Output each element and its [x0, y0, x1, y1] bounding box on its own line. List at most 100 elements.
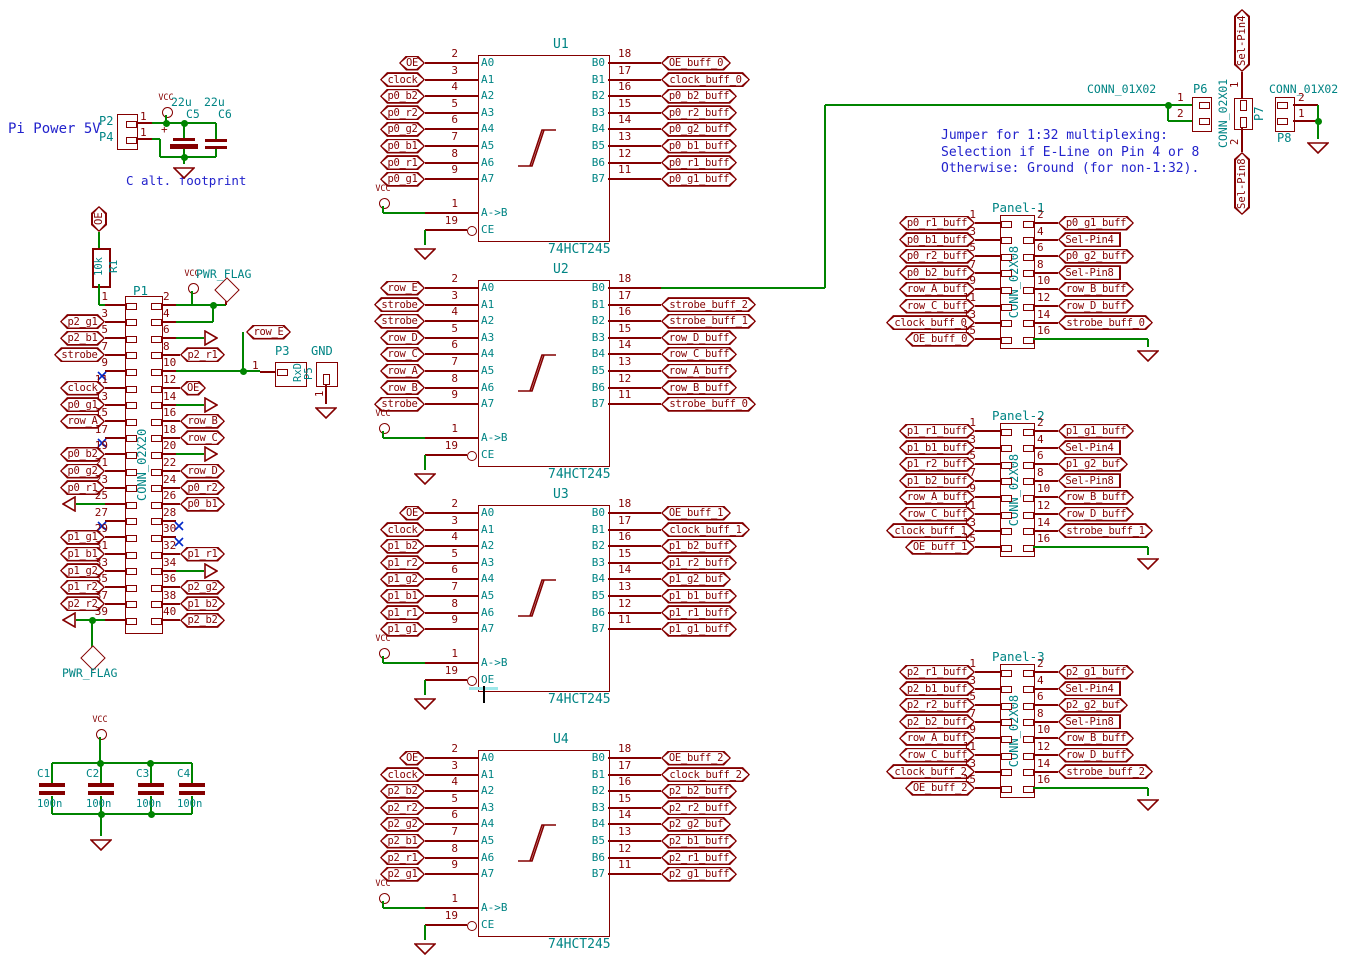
wire[interactable]	[51, 763, 53, 783]
pin-number[interactable]: 6	[1037, 450, 1061, 462]
gnd-symbol[interactable]	[414, 245, 436, 257]
pin-name[interactable]: B7	[563, 173, 605, 185]
pin-name[interactable]: A2	[481, 785, 494, 797]
pin-number[interactable]: 4	[424, 81, 458, 93]
value-label[interactable]: 100n	[86, 799, 111, 810]
pin-name[interactable]: A6	[481, 382, 494, 394]
net-label[interactable]: p1_r2	[380, 555, 425, 570]
pin-number[interactable]: 1	[424, 648, 458, 660]
net-label[interactable]: p1_b1_buff	[661, 589, 737, 604]
net-label[interactable]: p2_r2_buff	[661, 800, 737, 815]
gnd-symbol[interactable]	[1137, 347, 1159, 359]
pin-number[interactable]: 16	[163, 407, 187, 419]
pin-number[interactable]: 8	[1037, 467, 1061, 479]
pin-number[interactable]: 8	[424, 148, 458, 160]
net-label[interactable]: OE_buff_0	[661, 56, 731, 71]
pin-number[interactable]: 2	[1177, 108, 1184, 120]
pin-number[interactable]: 16	[618, 776, 652, 788]
wire[interactable]	[176, 404, 204, 406]
pin-number[interactable]: 6	[424, 809, 458, 821]
wire[interactable]	[1033, 338, 1148, 340]
pin-name[interactable]: A7	[481, 173, 494, 185]
net-label[interactable]: OE	[91, 206, 107, 232]
vcc-symbol-label[interactable]: VCC	[371, 635, 395, 644]
pin-number[interactable]: 17	[618, 65, 652, 77]
vcc-symbol-label[interactable]: VCC	[88, 716, 112, 725]
capacitor-c6[interactable]	[205, 146, 227, 149]
pin-name[interactable]: B5	[563, 140, 605, 152]
pin-name[interactable]: A2	[481, 315, 494, 327]
pin-number[interactable]: 4	[163, 308, 187, 320]
wire[interactable]	[1147, 339, 1149, 347]
pin-number[interactable]: 13	[618, 826, 652, 838]
net-label[interactable]: Sel-Pin8	[1234, 152, 1250, 215]
value-label[interactable]: 74HCT245	[548, 693, 611, 707]
pin-number[interactable]: 4	[1037, 675, 1061, 687]
net-label[interactable]: strobe_buff_1	[1058, 523, 1153, 538]
pin-number[interactable]: 2	[1037, 209, 1061, 221]
pin-name[interactable]: A4	[481, 348, 494, 360]
pin-name[interactable]: A2	[481, 540, 494, 552]
pin-number[interactable]: 1	[140, 111, 147, 123]
net-label[interactable]: strobe_buff_2	[661, 297, 756, 312]
gnd-symbol[interactable]	[414, 940, 436, 952]
vcc-symbol-label[interactable]: VCC	[371, 410, 395, 419]
pin-number[interactable]: 1	[424, 893, 458, 905]
wire[interactable]	[1147, 547, 1149, 555]
pin-name[interactable]: A2	[481, 90, 494, 102]
pin-number[interactable]: 19	[424, 910, 458, 922]
value-label[interactable]: 74HCT245	[548, 468, 611, 482]
net-label[interactable]: p0_g2_buff	[1058, 249, 1134, 264]
pin-name[interactable]: CE	[481, 224, 494, 236]
pin-number[interactable]: 11	[618, 614, 652, 626]
capacitor-c3[interactable]	[138, 783, 164, 787]
pin-name[interactable]: B7	[563, 868, 605, 880]
net-label[interactable]: OE_buff_2	[661, 751, 731, 766]
pin-number[interactable]: 34	[163, 557, 187, 569]
net-label[interactable]: row_B_buff	[1058, 490, 1134, 505]
value-label[interactable]: 100n	[136, 799, 161, 810]
pin-name[interactable]: A6	[481, 607, 494, 619]
pin-number[interactable]: 1	[1177, 92, 1184, 104]
pin-number[interactable]: 3	[424, 515, 458, 527]
wire[interactable]	[215, 123, 217, 139]
pin-name[interactable]: A->B	[481, 432, 508, 444]
pin-number[interactable]: 5	[424, 548, 458, 560]
pin-name[interactable]: A1	[481, 299, 494, 311]
ref-label[interactable]: P7	[1253, 104, 1266, 124]
capacitor-c5[interactable]	[173, 138, 195, 141]
net-label[interactable]: p1_g2_buf	[661, 572, 731, 587]
pin-number[interactable]: 4	[1037, 434, 1061, 446]
pin-number[interactable]: 13	[618, 581, 652, 593]
pin-name[interactable]: B3	[563, 557, 605, 569]
pin-number[interactable]: 10	[1037, 275, 1061, 287]
pin-number[interactable]: 6	[1037, 242, 1061, 254]
pin-number[interactable]: 16	[1037, 533, 1061, 545]
net-label[interactable]: Sel-Pin8	[1058, 265, 1121, 280]
pin-name[interactable]: A5	[481, 365, 494, 377]
net-label[interactable]: OE_buff_1	[905, 540, 975, 555]
pin-number[interactable]: 26	[163, 490, 187, 502]
net-label[interactable]: p0_g2	[380, 122, 425, 137]
pin-number[interactable]: 18	[618, 498, 652, 510]
pin-name[interactable]: B1	[563, 74, 605, 86]
wire[interactable]	[1317, 121, 1319, 139]
net-label[interactable]: clock_buff_0	[661, 72, 750, 87]
wire[interactable]	[1033, 546, 1148, 548]
pin-number[interactable]: 16	[618, 531, 652, 543]
pwr-flag-label[interactable]: PWR_FLAG	[196, 268, 251, 280]
pin-name[interactable]: B3	[563, 332, 605, 344]
net-label[interactable]: p2_b2	[380, 784, 425, 799]
pin-number[interactable]: 9	[424, 614, 458, 626]
pin-number[interactable]: 14	[163, 391, 187, 403]
pin-name[interactable]: A->B	[481, 207, 508, 219]
pin-name[interactable]: B0	[563, 507, 605, 519]
pin-name[interactable]: B2	[563, 315, 605, 327]
wire[interactable]	[176, 321, 213, 323]
value-label[interactable]: 100n	[37, 799, 62, 810]
note-jumper-line[interactable]: Otherwise: Ground (for non-1:32).	[941, 162, 1199, 176]
pin-number[interactable]: 9	[424, 164, 458, 176]
pin-number[interactable]: 8	[424, 598, 458, 610]
pin-name[interactable]: B1	[563, 299, 605, 311]
pin-number[interactable]: 40	[163, 606, 187, 618]
